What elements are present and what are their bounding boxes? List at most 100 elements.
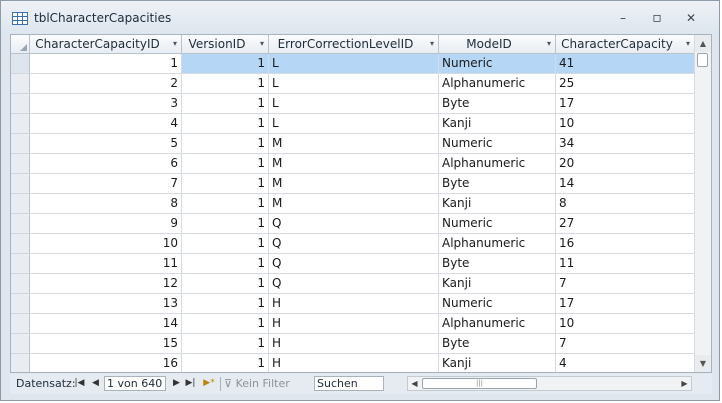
column-header-cap[interactable]: CharacterCapacity ▾ — [556, 35, 695, 54]
row-selector[interactable] — [11, 114, 30, 134]
cell-cap[interactable]: 4 — [556, 354, 695, 372]
cell-version[interactable]: 1 — [182, 94, 269, 114]
cell-mode[interactable]: Alphanumeric — [439, 154, 556, 174]
cell-version[interactable]: 1 — [182, 74, 269, 94]
table-row[interactable]: 14 1 H Alphanumeric 10 — [11, 314, 695, 334]
close-button[interactable]: ✕ — [681, 10, 701, 26]
cell-ecl[interactable]: M — [269, 154, 439, 174]
cell-ecl[interactable]: L — [269, 114, 439, 134]
table-row[interactable]: 12 1 Q Kanji 7 — [11, 274, 695, 294]
cell-id[interactable]: 16 — [30, 354, 182, 372]
column-header-version[interactable]: VersionID ▾ — [182, 35, 269, 54]
row-selector[interactable] — [11, 214, 30, 234]
table-row[interactable]: 13 1 H Numeric 17 — [11, 294, 695, 314]
column-header-ecl[interactable]: ErrorCorrectionLevelID ▾ — [269, 35, 439, 54]
row-selector[interactable] — [11, 254, 30, 274]
cell-version[interactable]: 1 — [182, 334, 269, 354]
cell-version[interactable]: 1 — [182, 194, 269, 214]
cell-version[interactable]: 1 — [182, 154, 269, 174]
cell-id[interactable]: 9 — [30, 214, 182, 234]
row-selector[interactable] — [11, 74, 30, 94]
scroll-right-arrow[interactable]: ▶ — [678, 377, 691, 390]
cell-ecl[interactable]: M — [269, 134, 439, 154]
cell-id[interactable]: 12 — [30, 274, 182, 294]
cell-id[interactable]: 11 — [30, 254, 182, 274]
cell-mode[interactable]: Alphanumeric — [439, 234, 556, 254]
row-selector[interactable] — [11, 154, 30, 174]
cell-ecl[interactable]: L — [269, 74, 439, 94]
search-input[interactable]: Suchen — [314, 376, 384, 391]
row-selector[interactable] — [11, 274, 30, 294]
cell-id[interactable]: 15 — [30, 334, 182, 354]
cell-version[interactable]: 1 — [182, 254, 269, 274]
table-row[interactable]: 5 1 M Numeric 34 — [11, 134, 695, 154]
cell-cap[interactable]: 20 — [556, 154, 695, 174]
cell-version[interactable]: 1 — [182, 294, 269, 314]
next-record-button[interactable]: ▶ — [171, 374, 182, 394]
cell-mode[interactable]: Byte — [439, 334, 556, 354]
table-row[interactable]: 4 1 L Kanji 10 — [11, 114, 695, 134]
cell-mode[interactable]: Byte — [439, 94, 556, 114]
restore-button[interactable]: ▫ — [647, 10, 667, 26]
cell-cap[interactable]: 14 — [556, 174, 695, 194]
cell-mode[interactable]: Numeric — [439, 294, 556, 314]
cell-cap[interactable]: 10 — [556, 114, 695, 134]
cell-cap[interactable]: 27 — [556, 214, 695, 234]
column-header-mode[interactable]: ModeID ▾ — [439, 35, 556, 54]
table-row[interactable]: 2 1 L Alphanumeric 25 — [11, 74, 695, 94]
cell-mode[interactable]: Numeric — [439, 54, 556, 74]
cell-version[interactable]: 1 — [182, 314, 269, 334]
cell-ecl[interactable]: H — [269, 354, 439, 372]
row-selector[interactable] — [11, 174, 30, 194]
cell-ecl[interactable]: H — [269, 314, 439, 334]
select-all-corner[interactable] — [11, 35, 30, 54]
scroll-up-arrow[interactable]: ▲ — [695, 35, 711, 52]
cell-cap[interactable]: 11 — [556, 254, 695, 274]
table-row[interactable]: 1 1 L Numeric 41 — [11, 54, 695, 74]
table-row[interactable]: 8 1 M Kanji 8 — [11, 194, 695, 214]
cell-ecl[interactable]: Q — [269, 234, 439, 254]
cell-version[interactable]: 1 — [182, 274, 269, 294]
row-selector[interactable] — [11, 134, 30, 154]
row-selector[interactable] — [11, 314, 30, 334]
cell-id[interactable]: 6 — [30, 154, 182, 174]
new-record-button[interactable]: ▶* — [202, 374, 216, 394]
filter-toggle[interactable]: ⊽ Kein Filter — [224, 375, 290, 392]
cell-mode[interactable]: Kanji — [439, 114, 556, 134]
cell-mode[interactable]: Alphanumeric — [439, 74, 556, 94]
cell-ecl[interactable]: H — [269, 294, 439, 314]
table-row[interactable]: 11 1 Q Byte 11 — [11, 254, 695, 274]
row-selector[interactable] — [11, 294, 30, 314]
vertical-scroll-thumb[interactable] — [697, 53, 708, 67]
cell-cap[interactable]: 16 — [556, 234, 695, 254]
row-selector[interactable] — [11, 334, 30, 354]
chevron-down-icon[interactable]: ▾ — [173, 35, 177, 53]
cell-cap[interactable]: 41 — [556, 54, 695, 74]
cell-mode[interactable]: Alphanumeric — [439, 314, 556, 334]
cell-id[interactable]: 2 — [30, 74, 182, 94]
cell-mode[interactable]: Kanji — [439, 274, 556, 294]
table-row[interactable]: 16 1 H Kanji 4 — [11, 354, 695, 372]
chevron-down-icon[interactable]: ▾ — [430, 35, 434, 53]
cell-version[interactable]: 1 — [182, 214, 269, 234]
title-bar[interactable]: tblCharacterCapacities – ▫ ✕ — [1, 1, 719, 34]
cell-version[interactable]: 1 — [182, 114, 269, 134]
cell-cap[interactable]: 17 — [556, 294, 695, 314]
row-selector[interactable] — [11, 354, 30, 372]
cell-mode[interactable]: Numeric — [439, 134, 556, 154]
cell-version[interactable]: 1 — [182, 354, 269, 372]
column-header-id[interactable]: CharacterCapacityID ▾ — [30, 35, 182, 54]
cell-cap[interactable]: 17 — [556, 94, 695, 114]
cell-ecl[interactable]: Q — [269, 254, 439, 274]
cell-ecl[interactable]: M — [269, 194, 439, 214]
cell-ecl[interactable]: H — [269, 334, 439, 354]
cell-cap[interactable]: 7 — [556, 274, 695, 294]
cell-version[interactable]: 1 — [182, 234, 269, 254]
cell-mode[interactable]: Kanji — [439, 194, 556, 214]
table-row[interactable]: 9 1 Q Numeric 27 — [11, 214, 695, 234]
horizontal-scroll-thumb[interactable]: ||| — [422, 378, 537, 389]
table-row[interactable]: 10 1 Q Alphanumeric 16 — [11, 234, 695, 254]
first-record-button[interactable]: |◀ — [74, 374, 85, 394]
cell-version[interactable]: 1 — [182, 54, 269, 74]
cell-ecl[interactable]: L — [269, 54, 439, 74]
